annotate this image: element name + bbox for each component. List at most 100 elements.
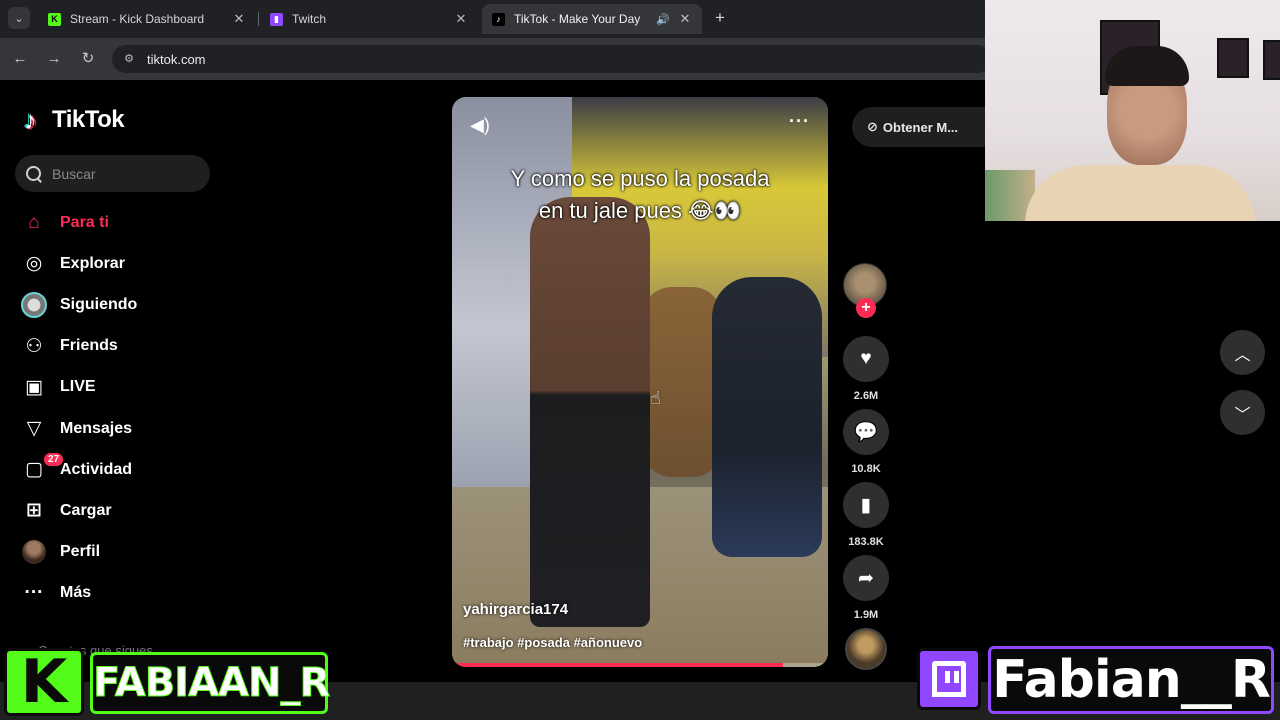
share-arrow-icon[interactable]: ➦ (843, 555, 889, 601)
tiktok-note-icon: ♪ ♪ ♪ (22, 104, 39, 136)
reload-icon[interactable]: ↻ (77, 48, 99, 70)
share-count: 1.9M (853, 609, 879, 621)
tab-tiktok[interactable]: ♪ TikTok - Make Your Day 🔊 ✕ (482, 4, 702, 34)
creator-avatar[interactable]: + (843, 263, 887, 318)
close-tab-icon[interactable]: ✕ (232, 11, 246, 27)
save-count: 183.8K (848, 536, 884, 548)
tiktok-icon: ♪ (492, 12, 505, 26)
sidebar-item-label: Friends (60, 337, 118, 355)
sidebar-item-label: Explorar (60, 254, 125, 272)
sidebar-item-mas[interactable]: ··· Más (18, 573, 238, 614)
chevron-down-icon: ﹀ (1234, 406, 1251, 424)
compass-icon: ◎ (25, 253, 43, 275)
twitch-icon: ▮ (270, 12, 283, 26)
twitch-username-banner: Fabian__R (988, 646, 1274, 714)
like-heart-icon[interactable]: ♥ (843, 336, 889, 382)
sidebar-item-label: Para ti (60, 213, 109, 231)
get-app-label: Obtener M... (882, 119, 959, 135)
more-options-icon[interactable]: ··· (789, 111, 810, 132)
friends-icon: ⚇ (25, 335, 43, 357)
sidebar-item-label: Más (60, 584, 92, 602)
sidebar-item-friends[interactable]: ⚇ Friends (18, 326, 238, 367)
comment-icon[interactable]: 💬 (843, 409, 889, 455)
search-icon (25, 165, 43, 183)
sidebar-item-live[interactable]: ▣ LIVE (18, 367, 238, 408)
tab-title: Stream - Kick Dashboard (70, 12, 205, 26)
twitch-logo-icon (917, 648, 981, 710)
wall-picture-frame (1217, 38, 1249, 78)
video-scene (642, 287, 722, 477)
site-settings-icon[interactable]: ⚙ (121, 51, 137, 67)
logo-text: TikTok (52, 106, 125, 133)
live-tv-icon: ▣ (25, 376, 43, 398)
kick-username-banner: FABIAAN_R (90, 652, 331, 714)
tab-kick[interactable]: K Stream - Kick Dashboard ✕ (38, 4, 256, 34)
volume-icon[interactable]: ◀) (470, 115, 490, 136)
search-box[interactable] (15, 155, 210, 192)
sidebar-item-para-ti[interactable]: ⌂ Para ti (18, 202, 238, 243)
tab-separator (258, 12, 259, 26)
caption-line: en tu jale pues 😂👀 (538, 198, 742, 223)
search-input[interactable] (52, 165, 192, 182)
sidebar-item-perfil[interactable]: Perfil (18, 532, 238, 573)
music-disc-icon[interactable] (845, 628, 887, 670)
tab-title: TikTok - Make Your Day (514, 12, 641, 26)
sidebar-item-label: LIVE (60, 378, 96, 396)
sidebar-item-mensajes[interactable]: ▽ Mensajes (18, 408, 238, 449)
get-app-button[interactable]: ⊘ Obtener M... (852, 107, 992, 147)
bookmark-icon[interactable]: ▮ (843, 482, 889, 528)
tab-search-button[interactable]: ⌄ (8, 7, 30, 29)
previous-video-button[interactable]: ︿ (1220, 330, 1265, 375)
tab-audio-icon[interactable]: 🔊 (656, 13, 672, 26)
like-count: 2.6M (853, 390, 879, 402)
follow-plus-icon[interactable]: + (856, 298, 876, 318)
video-player[interactable]: Y como se puso la posada en tu jale pues… (452, 97, 828, 667)
sidebar-item-explorar[interactable]: ◎ Explorar (18, 243, 238, 284)
send-icon: ▽ (26, 418, 42, 440)
tab-twitch[interactable]: ▮ Twitch ✕ (260, 4, 478, 34)
notification-badge: 27 (44, 453, 64, 467)
tiktok-logo[interactable]: ♪ ♪ ♪ TikTok (22, 104, 125, 136)
upload-plus-icon: ⊞ (26, 500, 42, 522)
video-caption-overlay: Y como se puso la posada en tu jale pues… (452, 163, 828, 227)
close-tab-icon[interactable]: ✕ (678, 11, 692, 27)
webcam-overlay (985, 0, 1280, 221)
new-tab-button[interactable]: + (710, 8, 730, 28)
sidebar-item-label: Perfil (60, 543, 101, 561)
action-rail: + ♥ 2.6M 💬 10.8K ▮ 183.8K ➦ 1.9M (843, 263, 889, 670)
sidebar-item-siguiendo[interactable]: Siguiendo (18, 284, 238, 325)
forward-arrow-icon[interactable]: → (43, 48, 65, 70)
comment-count: 10.8K (851, 463, 881, 475)
chevron-up-icon: ︿ (1234, 346, 1251, 364)
close-tab-icon[interactable]: ✕ (454, 11, 468, 27)
sidebar-item-label: Actividad (60, 460, 133, 478)
following-avatar-icon (18, 291, 50, 318)
kick-logo-icon: K (4, 648, 84, 716)
home-icon: ⌂ (28, 211, 40, 233)
video-scene (530, 197, 650, 627)
mouse-cursor-icon: ☝ (650, 388, 661, 408)
sidebar-item-actividad[interactable]: ▢ 27 Actividad (18, 449, 238, 490)
sidebar-item-cargar[interactable]: ⊞ Cargar (18, 490, 238, 531)
sidebar-item-label: Siguiendo (60, 295, 138, 313)
screen: ⌄ K Stream - Kick Dashboard ✕ ▮ Twitch ✕… (0, 0, 1280, 720)
wall-picture-frame (1263, 40, 1280, 80)
streamer-hair (1105, 46, 1189, 86)
caption-line: Y como se puso la posada (510, 166, 770, 191)
back-arrow-icon[interactable]: ← (9, 48, 31, 70)
sidebar-item-label: Cargar (60, 501, 112, 519)
sidebar-item-label: Mensajes (60, 419, 133, 437)
kick-icon: K (48, 12, 61, 26)
app-icon: ⊘ (867, 119, 878, 134)
address-bar[interactable] (112, 45, 992, 73)
tab-title: Twitch (292, 12, 327, 26)
video-author[interactable]: yahirgarcia174 (463, 601, 568, 618)
streamer-shirt (1025, 165, 1255, 221)
video-scene (712, 277, 822, 557)
video-progress-fill (452, 663, 783, 667)
url-text[interactable]: tiktok.com (147, 52, 206, 67)
video-hashtags[interactable]: #trabajo #posada #añonuevo (463, 635, 642, 650)
next-video-button[interactable]: ﹀ (1220, 390, 1265, 435)
sidebar-nav: ⌂ Para ti ◎ Explorar Siguiendo ⚇ Friends… (18, 202, 238, 614)
profile-avatar-icon (18, 540, 50, 565)
